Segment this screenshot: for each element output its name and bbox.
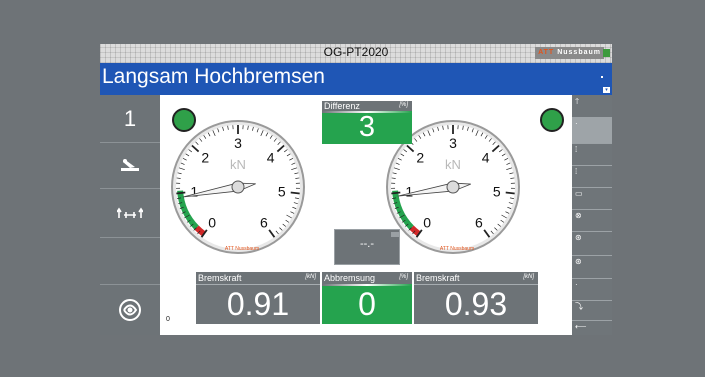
title-bar: OG-PT2020 ATT Nussbaum xyxy=(100,44,612,63)
left-gauge-tick-label: 1 xyxy=(190,184,198,200)
left-gauge-tick-label: 2 xyxy=(201,150,209,166)
bremskraft-left-unit: [kN] xyxy=(305,274,316,280)
bremskraft-left-box: Bremskraft [kN] 0.91 xyxy=(196,272,320,324)
right-gauge-tick-label: 1 xyxy=(405,184,413,200)
right-button-4[interactable]: ⁞ xyxy=(572,165,612,188)
header-dot xyxy=(601,76,603,78)
right-button-5[interactable]: ▭ xyxy=(572,187,612,210)
right-gauge-tick xyxy=(505,191,515,195)
left-gauge-tick-label: 4 xyxy=(267,150,275,166)
nussbaum-logo-icon xyxy=(119,298,141,321)
bremskraft-left-value: 0.91 xyxy=(226,286,290,322)
bremskraft-right-box: Bremskraft [kN] 0.93 xyxy=(414,272,538,324)
abbremsung-value: 0 xyxy=(358,286,376,322)
axle-icon xyxy=(117,207,143,218)
right-gauge-tick-label: 5 xyxy=(493,184,501,200)
brake-icon: ⊛ xyxy=(575,257,582,266)
differenz-value: 3 xyxy=(358,111,376,143)
step-title: Langsam Hochbremsen xyxy=(102,65,325,88)
corner-label: 0 xyxy=(166,316,170,323)
bremskraft-left-label: Bremskraft xyxy=(198,273,242,283)
abbremsung-label: Abbremsung xyxy=(324,273,376,283)
step-number: 1 xyxy=(123,105,137,131)
brake-pedal-button[interactable] xyxy=(100,142,160,189)
arrow-up-icon: 🡑 xyxy=(575,97,580,106)
right-button-back[interactable]: ⟵ xyxy=(572,320,612,335)
right-button-8[interactable]: ⊛ xyxy=(572,255,612,279)
differenz-label: Differenz xyxy=(324,101,360,111)
right-gauge-tick xyxy=(391,191,401,195)
info-icon: · xyxy=(575,119,578,128)
left-gauge-hub xyxy=(231,180,245,194)
differenz-box: Differenz [%] 3 xyxy=(322,101,412,144)
right-gauge-tick-label: 0 xyxy=(423,215,431,231)
left-gauge-tick-label: 3 xyxy=(234,135,242,151)
att-nussbaum-logo: ATT Nussbaum xyxy=(535,47,604,59)
axle-button[interactable] xyxy=(100,188,160,238)
right-button-2[interactable]: · xyxy=(572,117,612,144)
right-button-9[interactable]: · xyxy=(572,278,612,301)
left-gauge-tick-label: 5 xyxy=(278,184,286,200)
right-gauge-tick-label: 6 xyxy=(475,215,483,231)
header-bar: Langsam Hochbremsen ▾ xyxy=(100,63,612,95)
right-gauge-tick-label: 2 xyxy=(416,150,424,166)
enter-icon: ⤵ xyxy=(575,302,583,311)
app-screen: OG-PT2020 ATT Nussbaum Langsam Hochbremse… xyxy=(100,44,612,335)
left-gauge-brand: ATT Nussbaum xyxy=(225,246,259,252)
right-gauge-tick-label: 4 xyxy=(482,150,490,166)
left-gauge-tick xyxy=(290,191,300,195)
abbremsung-box: Abbremsung [%] 0 xyxy=(322,272,412,324)
vehicle-icon: ▭ xyxy=(575,189,583,198)
right-gauge-unit: kN xyxy=(445,157,461,172)
right-panel: 🡑 · ⁞ ⁞ ▭ ⊗ ⊛ ⊛ · ⤵ ⟵ ⟶ xyxy=(572,95,612,335)
arrow-left-icon: ⟵ xyxy=(575,322,587,331)
left-gauge-tick-label: 6 xyxy=(260,215,268,231)
bremskraft-right-unit: [kN] xyxy=(523,274,534,280)
secondary-readout-value: --.- xyxy=(359,238,375,250)
left-gauge-tick xyxy=(176,191,186,195)
left-gauge: 01 2 3 4 56 kN ATT Nussbaum xyxy=(171,120,305,254)
bremskraft-right-value: 0.93 xyxy=(444,286,508,322)
right-gauge-hub xyxy=(446,180,460,194)
left-status-led xyxy=(172,108,196,132)
brake-pedal-icon xyxy=(121,159,139,171)
left-gauge-unit: kN xyxy=(230,157,246,172)
right-button-6[interactable]: ⊗ xyxy=(572,209,612,232)
secondary-readout-box: --.- xyxy=(334,229,400,265)
wheel-icon: ⊗ xyxy=(575,211,582,220)
bremskraft-right-label: Bremskraft xyxy=(416,273,460,283)
wheel-lock-icon: ⁞ xyxy=(575,145,578,154)
home-button[interactable] xyxy=(100,284,160,335)
abbremsung-unit: [%] xyxy=(399,274,408,280)
right-button-3[interactable]: ⁞ xyxy=(572,143,612,166)
right-gauge-brand: ATT Nussbaum xyxy=(440,246,474,252)
wheel-lock-icon: ⁞ xyxy=(575,167,578,176)
left-gauge-tick-label: 0 xyxy=(208,215,216,231)
pedal-icon: · xyxy=(575,280,578,289)
minimize-button[interactable]: ▾ xyxy=(603,87,610,93)
right-button-7[interactable]: ⊛ xyxy=(572,231,612,256)
right-status-led xyxy=(540,108,564,132)
differenz-unit: [%] xyxy=(399,102,408,108)
step-number-button[interactable]: 1 xyxy=(100,95,160,143)
brake-icon: ⊛ xyxy=(575,233,582,242)
right-gauge-tick-label: 3 xyxy=(449,135,457,151)
status-square xyxy=(603,49,610,57)
right-button-up[interactable]: 🡑 xyxy=(572,95,612,118)
right-button-10[interactable]: ⤵ xyxy=(572,300,612,321)
left-panel: 1 xyxy=(100,95,160,335)
empty-button[interactable] xyxy=(100,237,160,285)
